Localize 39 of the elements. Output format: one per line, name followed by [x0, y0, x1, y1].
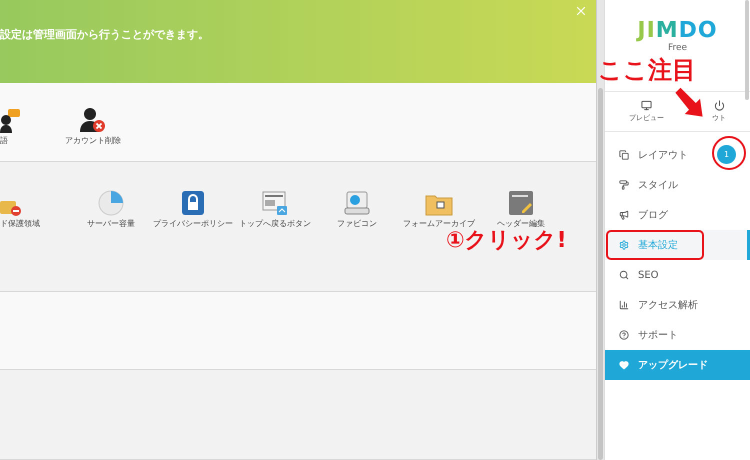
close-icon[interactable]: [574, 4, 588, 18]
sidebar-item[interactable]: レイアウト 1: [605, 140, 750, 170]
sidebar-item[interactable]: アクセス解析: [605, 290, 750, 320]
highlight-circle: [712, 136, 746, 170]
help-icon: [619, 330, 629, 340]
annotation-text: ①クリック!: [446, 228, 567, 255]
settings-item-label[interactable]: ヘッダー編集: [497, 219, 545, 230]
sidebar-item[interactable]: ブログ: [605, 200, 750, 230]
paint-roller-icon: [619, 180, 629, 190]
browser-tab-icon: [344, 190, 370, 216]
person-speech-icon: [0, 107, 22, 133]
settings-item-label[interactable]: アカウント削除: [65, 136, 121, 146]
settings-item-label[interactable]: トップへ戻るボタン: [239, 219, 311, 230]
settings-item-label[interactable]: ファビコン: [337, 219, 377, 230]
sidebar-item[interactable]: SEO: [605, 260, 750, 290]
settings-item-label[interactable]: フォームアーカイブ: [403, 219, 475, 230]
logo: JIMDO: [635, 18, 719, 43]
plan-label: Free: [666, 43, 688, 53]
megaphone-icon: [619, 210, 629, 220]
power-icon: [714, 100, 724, 111]
settings-item-label[interactable]: 語: [0, 136, 8, 146]
code-pencil-icon: [508, 190, 534, 216]
settings-item-label[interactable]: ド保護領域: [0, 219, 40, 230]
search-icon: [619, 270, 629, 280]
annotation-text: ここ注目: [598, 55, 696, 86]
webpage-arrow-icon: [262, 190, 288, 216]
banner-message: 設定は管理画面から行うことができます。: [0, 27, 209, 42]
pages-icon: [619, 150, 629, 160]
pie-chart-icon: [98, 190, 124, 216]
settings-item-label[interactable]: プライバシーポリシー: [153, 219, 233, 230]
heart-icon: [619, 360, 629, 370]
monitor-icon: [641, 100, 652, 111]
settings-icon: [619, 240, 629, 250]
sidebar-item[interactable]: サポート: [605, 320, 750, 350]
bar-chart-icon: [619, 300, 629, 310]
person-delete-icon: [80, 107, 106, 133]
notification-badge: 1: [717, 145, 736, 164]
settings-item-label[interactable]: サーバー容量: [87, 219, 135, 230]
sidebar-item[interactable]: スタイル: [605, 170, 750, 200]
